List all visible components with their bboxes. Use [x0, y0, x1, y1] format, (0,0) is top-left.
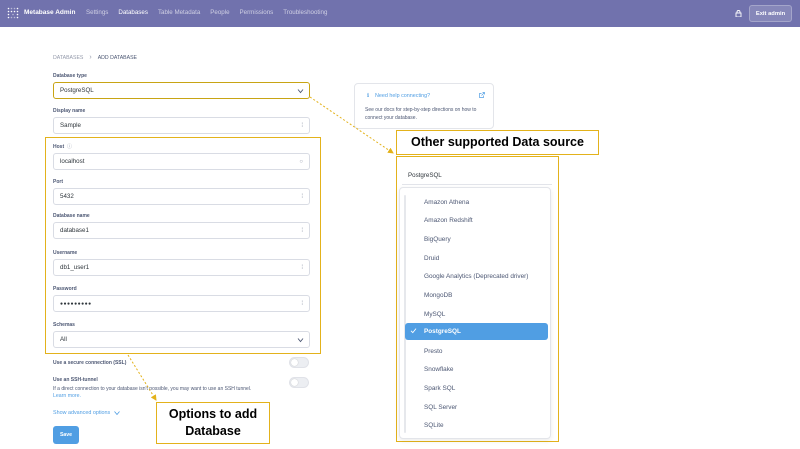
status-dot-icon: ○ [299, 158, 303, 165]
datasource-dropdown-current[interactable]: PostgreSQL [408, 172, 442, 179]
exit-admin-button[interactable]: Exit admin [749, 5, 792, 22]
host-input[interactable]: localhost ○ [53, 153, 310, 170]
password-input[interactable]: ●●●●●●●●● ⁞ [53, 295, 310, 312]
dropdown-scrollbar[interactable] [404, 195, 406, 433]
external-link-icon[interactable] [479, 92, 485, 98]
dropdown-item[interactable]: SQLite [424, 422, 444, 429]
top-nav-bar: Metabase Admin Settings Databases Table … [0, 0, 800, 27]
admin-nav-links: Settings Databases Table Metadata People… [86, 9, 337, 16]
datasource-dropdown-list [399, 187, 551, 439]
advanced-options-label: Show advanced options [53, 410, 111, 416]
port-value: 5432 [60, 193, 74, 200]
port-label: Port [53, 179, 63, 185]
help-card-title[interactable]: Need help connecting? [375, 93, 430, 99]
ssh-description: If a direct connection to your database … [53, 386, 252, 392]
nav-link-settings[interactable]: Settings [86, 9, 108, 16]
info-icon: ⁞ [301, 122, 303, 129]
display-name-input[interactable]: Sample ⁞ [53, 117, 310, 134]
ssh-label: Use an SSH-tunnel [53, 377, 98, 383]
info-icon: ⁞ [301, 193, 303, 200]
metabase-logo-icon[interactable] [7, 7, 19, 19]
options-arrow [127, 354, 157, 401]
options-callout-line1: Options to add [168, 407, 258, 421]
dropdown-item[interactable]: MySQL [424, 311, 445, 318]
dropdown-item[interactable]: SQL Server [424, 404, 457, 411]
ssl-toggle[interactable] [289, 357, 309, 368]
port-input[interactable]: 5432 ⁞ [53, 188, 310, 205]
nav-link-people[interactable]: People [210, 9, 229, 16]
dropdown-item[interactable]: Presto [424, 348, 442, 355]
ssl-label: Use a secure connection (SSL) [53, 360, 127, 366]
dropdown-item[interactable]: Spark SQL [424, 385, 455, 392]
display-name-value: Sample [60, 122, 81, 129]
breadcrumb-add-database: ADD DATABASE [97, 54, 138, 61]
advanced-options-toggle[interactable]: Show advanced options [53, 410, 121, 416]
database-name-label: Database name [53, 213, 90, 219]
nav-link-databases[interactable]: Databases [118, 9, 148, 16]
display-name-label: Display name [53, 108, 86, 114]
info-icon: ℹ [367, 93, 370, 99]
dropdown-item[interactable]: Snowflake [424, 366, 454, 373]
chevron-right-icon: › [89, 54, 92, 61]
database-type-select[interactable]: PostgreSQL [53, 82, 310, 99]
password-value: ●●●●●●●●● [60, 300, 92, 307]
host-value: localhost [60, 158, 85, 165]
dropdown-item-selected[interactable]: PostgreSQL [424, 328, 461, 335]
options-callout: Options to add Database [156, 402, 270, 444]
nav-link-troubleshooting[interactable]: Troubleshooting [283, 9, 327, 16]
username-value: db1_user1 [60, 264, 90, 271]
divider [402, 184, 552, 185]
password-label: Password [53, 286, 77, 292]
check-icon [410, 328, 417, 334]
dropdown-item[interactable]: BigQuery [424, 236, 451, 243]
lock-icon[interactable] [735, 10, 742, 17]
app-brand-title: Metabase Admin [24, 9, 76, 16]
schemas-select[interactable]: All [53, 331, 310, 348]
dropdown-item[interactable]: MongoDB [424, 292, 452, 299]
database-name-input[interactable]: database1 ⁞ [53, 222, 310, 239]
help-card-body: See our docs for step-by-step directions… [365, 107, 477, 121]
username-input[interactable]: db1_user1 ⁞ [53, 259, 310, 276]
chevron-down-icon [297, 337, 304, 342]
learn-more-link[interactable]: Learn more. [53, 393, 81, 399]
dropdown-item[interactable]: Druid [424, 255, 439, 262]
schemas-label: Schemas [53, 322, 75, 328]
database-name-value: database1 [60, 227, 89, 234]
datasource-callout: Other supported Data source [396, 130, 599, 155]
breadcrumb-databases[interactable]: DATABASES [53, 55, 83, 61]
database-type-value: PostgreSQL [60, 87, 94, 94]
nav-link-permissions[interactable]: Permissions [240, 9, 274, 16]
dropdown-item[interactable]: Amazon Athena [424, 199, 469, 206]
toggle-knob [291, 359, 298, 366]
info-icon: ⁞ [301, 227, 303, 234]
breadcrumb: DATABASES › ADD DATABASE [53, 54, 137, 61]
info-icon: ⁞ [301, 300, 303, 307]
chevron-down-icon [297, 88, 304, 93]
dropdown-item[interactable]: Amazon Redshift [424, 217, 473, 224]
info-icon: ⓘ [67, 144, 73, 150]
save-button[interactable]: Save [53, 426, 79, 444]
schemas-value: All [60, 336, 67, 343]
help-card: ℹ Need help connecting? See our docs for… [354, 83, 494, 129]
info-icon: ⁞ [301, 264, 303, 271]
nav-link-table-metadata[interactable]: Table Metadata [158, 9, 200, 16]
toggle-knob [291, 379, 298, 386]
chevron-down-icon [114, 411, 121, 415]
username-label: Username [53, 250, 78, 256]
host-label: Host [53, 144, 65, 150]
dropdown-item[interactable]: Google Analytics (Deprecated driver) [424, 273, 528, 280]
options-callout-line2: Database [185, 424, 241, 438]
database-type-label: Database type [53, 73, 87, 79]
